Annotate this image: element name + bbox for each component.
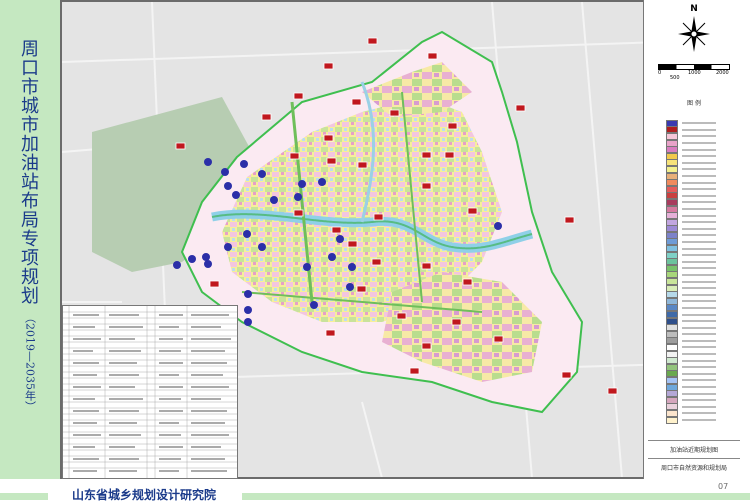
legend-list xyxy=(666,119,736,424)
legend-label-placeholder xyxy=(682,346,716,349)
title-char: 城 xyxy=(21,96,39,117)
plan-name: 加油站近期规划图 xyxy=(648,440,740,454)
legend-label-placeholder xyxy=(682,386,716,389)
legend-label-placeholder xyxy=(682,148,716,151)
footer-band xyxy=(0,493,48,500)
legend-label-placeholder xyxy=(682,293,716,296)
scale-label: 2000 xyxy=(716,70,729,76)
legend-label-placeholder xyxy=(682,313,716,316)
legend-label-placeholder xyxy=(682,353,716,356)
legend-label-placeholder xyxy=(682,287,716,290)
scale-bar: 0 500 1000 2000 xyxy=(658,64,730,84)
compass-icon xyxy=(678,16,710,52)
scale-label: 0 xyxy=(658,70,662,76)
legend-label-placeholder xyxy=(682,339,716,342)
title-band: 周 口 市 城 市 加 油 站 布 局 专 项 规 划 （2019—2035年） xyxy=(0,0,60,500)
legend-row xyxy=(666,416,736,424)
title-char: 口 xyxy=(21,58,39,79)
legend-label-placeholder xyxy=(682,175,716,178)
legend-label-placeholder xyxy=(682,240,716,243)
legend-label-placeholder xyxy=(682,142,716,145)
legend-label-placeholder xyxy=(682,326,716,329)
legend-label-placeholder xyxy=(682,161,716,164)
legend-title: 图 例 xyxy=(687,100,701,107)
title-char: 站 xyxy=(21,172,39,193)
title-char: 油 xyxy=(21,153,39,174)
legend-label-placeholder xyxy=(682,214,716,217)
legend-label-placeholder xyxy=(682,419,716,422)
station-table xyxy=(62,305,238,479)
legend-label-placeholder xyxy=(682,320,716,323)
title-char: 规 xyxy=(21,267,39,288)
legend-label-placeholder xyxy=(682,155,716,158)
legend-label-placeholder xyxy=(682,247,716,250)
institute-name: 山东省城乡规划设计研究院 xyxy=(72,488,217,502)
legend-label-placeholder xyxy=(682,234,716,237)
north-label: N xyxy=(690,4,698,14)
legend-label-placeholder xyxy=(682,359,716,362)
title-char: 项 xyxy=(21,248,39,269)
legend-label-placeholder xyxy=(682,399,716,402)
legend-label-placeholder xyxy=(682,260,716,263)
legend-label-placeholder xyxy=(682,280,716,283)
legend-label-placeholder xyxy=(682,372,716,375)
legend-label-placeholder xyxy=(682,254,716,257)
title-char: 周 xyxy=(21,39,39,60)
scale-label: 1000 xyxy=(688,70,701,76)
title-char: 市 xyxy=(21,77,39,98)
legend-label-placeholder xyxy=(682,366,716,369)
legend-label-placeholder xyxy=(682,227,716,230)
title-char: 加 xyxy=(21,134,39,155)
legend-label-placeholder xyxy=(682,208,716,211)
legend-label-placeholder xyxy=(682,221,716,224)
legend-label-placeholder xyxy=(682,135,716,138)
legend-label-placeholder xyxy=(682,405,716,408)
legend-label-placeholder xyxy=(682,128,716,131)
title-year: （2019—2035年） xyxy=(23,312,37,412)
title-char: 局 xyxy=(21,210,39,231)
scale-label: 500 xyxy=(670,75,680,81)
legend-label-placeholder xyxy=(682,333,716,336)
legend-label-placeholder xyxy=(682,392,716,395)
title-char: 布 xyxy=(21,191,39,212)
legend-label-placeholder xyxy=(682,122,716,125)
legend-label-placeholder xyxy=(682,273,716,276)
legend-label-placeholder xyxy=(682,181,716,184)
legend-label-placeholder xyxy=(682,188,716,191)
legend-label-placeholder xyxy=(682,379,716,382)
legend-label-placeholder xyxy=(682,201,716,204)
title-char: 市 xyxy=(21,115,39,136)
legend-label-placeholder xyxy=(682,300,716,303)
legend-label-placeholder xyxy=(682,306,716,309)
department-name: 周口市自然资源和规划局 xyxy=(648,458,740,472)
legend-label-placeholder xyxy=(682,194,716,197)
vertical-title: 周 口 市 城 市 加 油 站 布 局 专 项 规 划 （2019—2035年） xyxy=(18,40,42,412)
legend-label-placeholder xyxy=(682,412,716,415)
title-char: 划 xyxy=(21,286,39,307)
legend-swatch xyxy=(666,416,678,424)
legend-label-placeholder xyxy=(682,168,716,171)
legend-label-placeholder xyxy=(682,267,716,270)
page-number: 07 xyxy=(718,482,729,491)
legend-panel: N 0 500 1000 2000 图 例 加油站近期规划图 周口市自然资源和规… xyxy=(643,0,744,479)
footer-band xyxy=(242,493,750,500)
north-arrow: N xyxy=(678,4,710,56)
title-char: 专 xyxy=(21,229,39,250)
